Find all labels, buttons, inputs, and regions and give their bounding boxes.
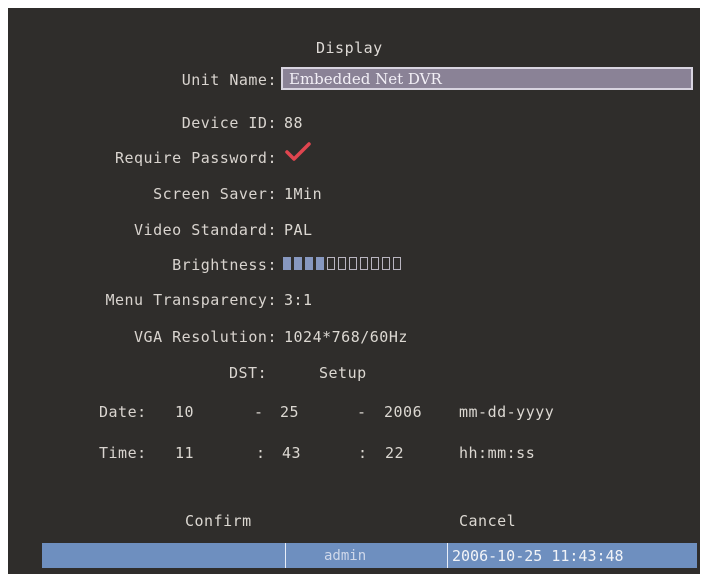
status-user: admin — [324, 548, 367, 564]
brightness-segment-empty — [338, 257, 346, 270]
time-minute-field[interactable]: 43 — [282, 443, 301, 463]
brightness-segment-empty — [371, 257, 379, 270]
status-time-cell: 2006-10-25 11:43:48 — [447, 543, 698, 568]
time-second-field[interactable]: 22 — [385, 443, 404, 463]
unit-name-value: Embedded Net DVR — [289, 70, 442, 88]
date-label: Date: — [99, 403, 147, 421]
time-separator: : — [358, 444, 368, 462]
date-separator: - — [357, 403, 367, 421]
screen-saver-label: Screen Saver: — [153, 185, 277, 203]
date-format-field[interactable]: mm-dd-yyyy — [459, 402, 554, 422]
brightness-segment-empty — [349, 257, 357, 270]
date-year-field[interactable]: 2006 — [384, 402, 422, 422]
screen-saver-value[interactable]: 1Min — [284, 184, 322, 204]
status-user-cell: admin — [285, 543, 448, 568]
cancel-button[interactable]: Cancel — [459, 511, 516, 531]
page-title: Display — [316, 39, 383, 57]
video-standard-value[interactable]: PAL — [284, 220, 313, 240]
status-datetime: 2006-10-25 11:43:48 — [452, 547, 624, 565]
time-label: Time: — [99, 444, 147, 462]
brightness-slider[interactable] — [283, 257, 401, 270]
brightness-segment-empty — [360, 257, 368, 270]
vga-resolution-label: VGA Resolution: — [134, 328, 277, 346]
device-id-value[interactable]: 88 — [284, 113, 303, 133]
menu-transparency-value[interactable]: 3:1 — [284, 290, 313, 310]
brightness-segment-empty — [393, 257, 401, 270]
brightness-segment-empty — [382, 257, 390, 270]
date-separator: - — [254, 403, 264, 421]
require-password-checkbox[interactable] — [284, 141, 312, 163]
vga-resolution-value[interactable]: 1024*768/60Hz — [284, 327, 408, 347]
brightness-label: Brightness: — [172, 256, 277, 274]
brightness-segment-filled — [294, 257, 302, 270]
confirm-button[interactable]: Confirm — [185, 511, 252, 531]
brightness-segment-filled — [305, 257, 313, 270]
dst-label: DST: — [229, 364, 268, 382]
time-hour-field[interactable]: 11 — [175, 443, 194, 463]
time-separator: : — [256, 444, 266, 462]
unit-name-input[interactable]: Embedded Net DVR — [281, 67, 693, 90]
menu-transparency-label: Menu Transparency: — [105, 291, 277, 309]
brightness-segment-filled — [283, 257, 291, 270]
video-standard-label: Video Standard: — [134, 221, 277, 239]
time-format-field[interactable]: hh:mm:ss — [459, 443, 535, 463]
status-bar: admin 2006-10-25 11:43:48 — [42, 543, 697, 568]
brightness-segment-filled — [316, 257, 324, 270]
dst-setup-button[interactable]: Setup — [319, 363, 367, 383]
unit-name-label: Unit Name: — [181, 71, 277, 89]
date-day-field[interactable]: 25 — [280, 402, 299, 422]
checkmark-icon — [285, 142, 311, 161]
brightness-segment-empty — [327, 257, 335, 270]
date-month-field[interactable]: 10 — [175, 402, 194, 422]
device-id-label: Device ID: — [181, 114, 277, 132]
require-password-label: Require Password: — [114, 149, 277, 167]
